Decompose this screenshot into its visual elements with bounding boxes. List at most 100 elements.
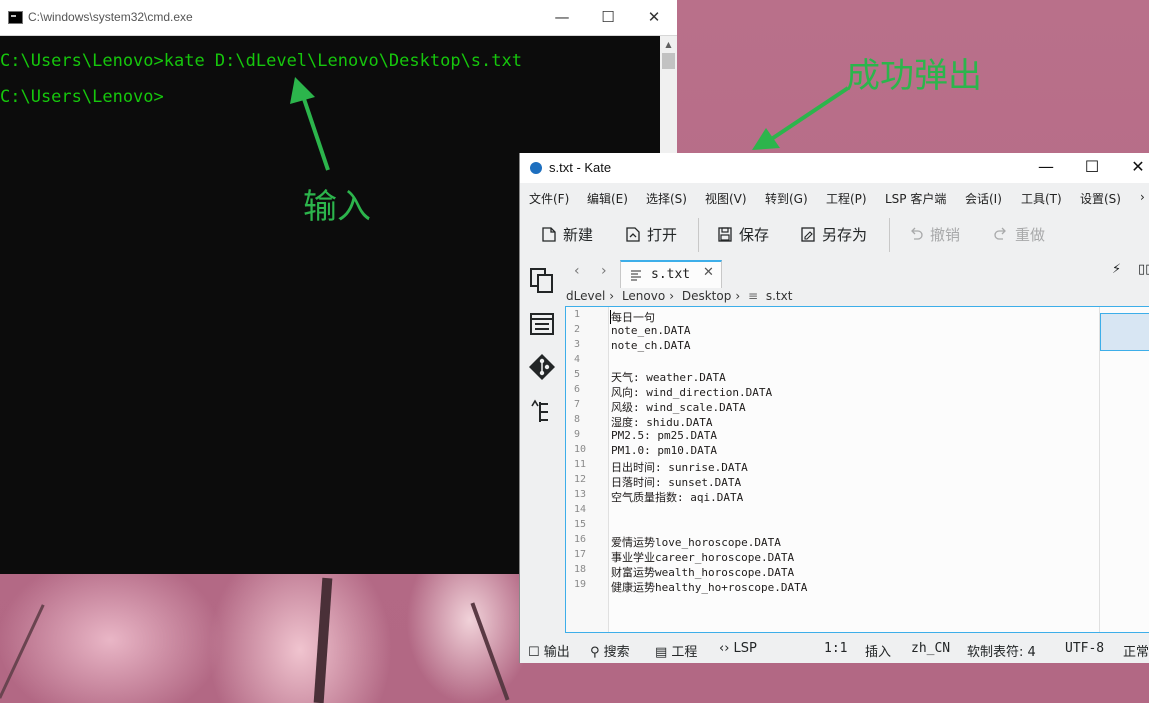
line-number: 17 [574,549,587,560]
wallpaper-detail [313,577,333,703]
line-number: 14 [574,504,587,515]
undo-button[interactable]: 撤销 [909,224,960,245]
tab-bar: ‹ › s.txt ✕ ⚡ ▯▯ [564,258,1149,288]
tab-forward-icon[interactable]: › [601,263,607,279]
menu-more[interactable]: › [1140,190,1145,204]
kate-titlebar[interactable]: s.txt - Kate — ☐ ✕ [520,153,1149,183]
menu-tools[interactable]: 工具(T) [1021,190,1062,207]
lsp-button[interactable]: ‹› LSP [719,641,757,656]
symbols-icon[interactable] [528,398,556,426]
cmd-maximize-button[interactable]: ☐ [585,0,631,35]
line-number: 12 [574,474,587,485]
projects-icon[interactable] [528,310,556,338]
menu-project[interactable]: 工程(P) [826,190,867,207]
input-mode[interactable]: 插入 [865,641,891,660]
line-number: 6 [574,384,581,395]
project-icon: ▤ [655,645,672,660]
code-line: 事业学业career_horoscope.DATA [611,551,795,564]
menu-settings[interactable]: 设置(S) [1080,190,1121,207]
line-number: 8 [574,414,581,425]
line-number: 18 [574,564,587,575]
code-line: 财富运势wealth_horoscope.DATA [611,566,795,579]
new-file-icon [542,227,556,242]
open-button[interactable]: 打开 [626,224,677,245]
git-icon[interactable] [528,353,556,381]
text-file-icon [631,270,641,281]
kate-title: s.txt - Kate [549,160,612,175]
line-number: 5 [574,369,581,380]
menu-file[interactable]: 文件(F) [529,190,569,207]
save-button[interactable]: 保存 [718,224,769,245]
save-as-button[interactable]: 另存为 [801,224,867,245]
wallpaper-detail [470,602,510,701]
minimap-viewport[interactable] [1100,313,1149,351]
line-number-gutter [566,307,609,632]
search-icon: ⚲ [590,645,604,660]
kate-minimize-button[interactable]: — [1023,153,1069,183]
minimap[interactable] [1099,307,1149,632]
new-button[interactable]: 新建 [542,224,593,245]
code-line: note_ch.DATA [611,339,691,352]
encoding[interactable]: UTF-8 [1065,641,1104,656]
breadcrumb-item[interactable]: s.txt [766,289,793,303]
scroll-up-icon[interactable]: ▲ [660,36,677,53]
code-line: 日出时间: sunrise.DATA [611,461,748,474]
tab-back-icon[interactable]: ‹ [574,263,580,279]
breadcrumb-item[interactable]: Lenovo [622,289,665,303]
menu-select[interactable]: 选择(S) [646,190,687,207]
menu-goto[interactable]: 转到(G) [765,190,808,207]
cursor-position[interactable]: 1:1 [824,641,847,656]
kate-app-icon [530,162,542,174]
wallpaper-detail [0,604,45,699]
documents-icon[interactable] [528,266,556,294]
menu-lsp-client[interactable]: LSP 客户端 [885,190,946,207]
code-line: 健康运势healthy_ho+roscope.DATA [611,581,808,594]
indentation-setting[interactable]: 软制表符: 4 [967,641,1036,660]
project-button[interactable]: ▤ 工程 [655,641,697,660]
cmd-close-button[interactable]: ✕ [631,0,677,35]
breadcrumb-item[interactable]: dLevel [566,289,605,303]
search-button[interactable]: ⚲ 搜索 [590,641,630,660]
code-line: 空气质量指数: aqi.DATA [611,491,744,504]
menu-view[interactable]: 视图(V) [705,190,747,207]
text-cursor [610,310,611,324]
breadcrumb: dLevel › Lenovo › Desktop › ≡ s.txt [566,289,796,303]
scrollbar-thumb[interactable] [662,53,675,69]
save-icon [718,227,732,242]
tab-close-icon[interactable]: ✕ [703,265,714,280]
code-line: 风向: wind_direction.DATA [611,386,773,399]
code-line: 风级: wind_scale.DATA [611,401,746,414]
cmd-titlebar[interactable]: C:\windows\system32\cmd.exe — ☐ ✕ [0,0,677,36]
line-number: 13 [574,489,587,500]
line-number: 19 [574,579,587,590]
split-view-icon[interactable]: ▯▯ [1138,262,1149,277]
dictionary-language[interactable]: zh_CN [911,641,950,656]
cmd-minimize-button[interactable]: — [539,0,585,35]
line-number: 9 [574,429,581,440]
toolbar-separator [698,218,699,252]
output-button[interactable]: ☐ 输出 [528,641,570,660]
open-file-icon [626,227,640,242]
chevron-right-icon: › [735,289,741,303]
line-number: 7 [574,399,581,410]
menu-session[interactable]: 会话(I) [965,190,1002,207]
undo-icon [911,227,923,240]
line-number: 16 [574,534,587,545]
redo-button[interactable]: 重做 [994,224,1045,245]
quick-open-icon[interactable]: ⚡ [1112,262,1121,277]
output-icon: ☐ [528,645,544,660]
end-of-line[interactable]: 正常 [1123,641,1149,660]
kate-close-button[interactable]: ✕ [1115,153,1149,183]
breadcrumb-item[interactable]: Desktop [682,289,732,303]
input-annotation: 输入 [303,187,371,227]
cmd-title: C:\windows\system32\cmd.exe [28,10,193,24]
line-number: 2 [574,324,581,335]
kate-maximize-button[interactable]: ☐ [1069,153,1115,183]
text-editor[interactable]: 1 每日一句 2 note_en.DATA 3 note_ch.DATA 4 5 天气: wea… [565,306,1149,633]
menu-edit[interactable]: 编辑(E) [587,190,628,207]
tab-s-txt[interactable]: s.txt ✕ [620,260,722,288]
line-number: 4 [574,354,581,365]
code-line: PM1.0: pm10.DATA [611,444,717,457]
code-line: 天气: weather.DATA [611,371,726,384]
chevron-right-icon: › [669,289,674,303]
